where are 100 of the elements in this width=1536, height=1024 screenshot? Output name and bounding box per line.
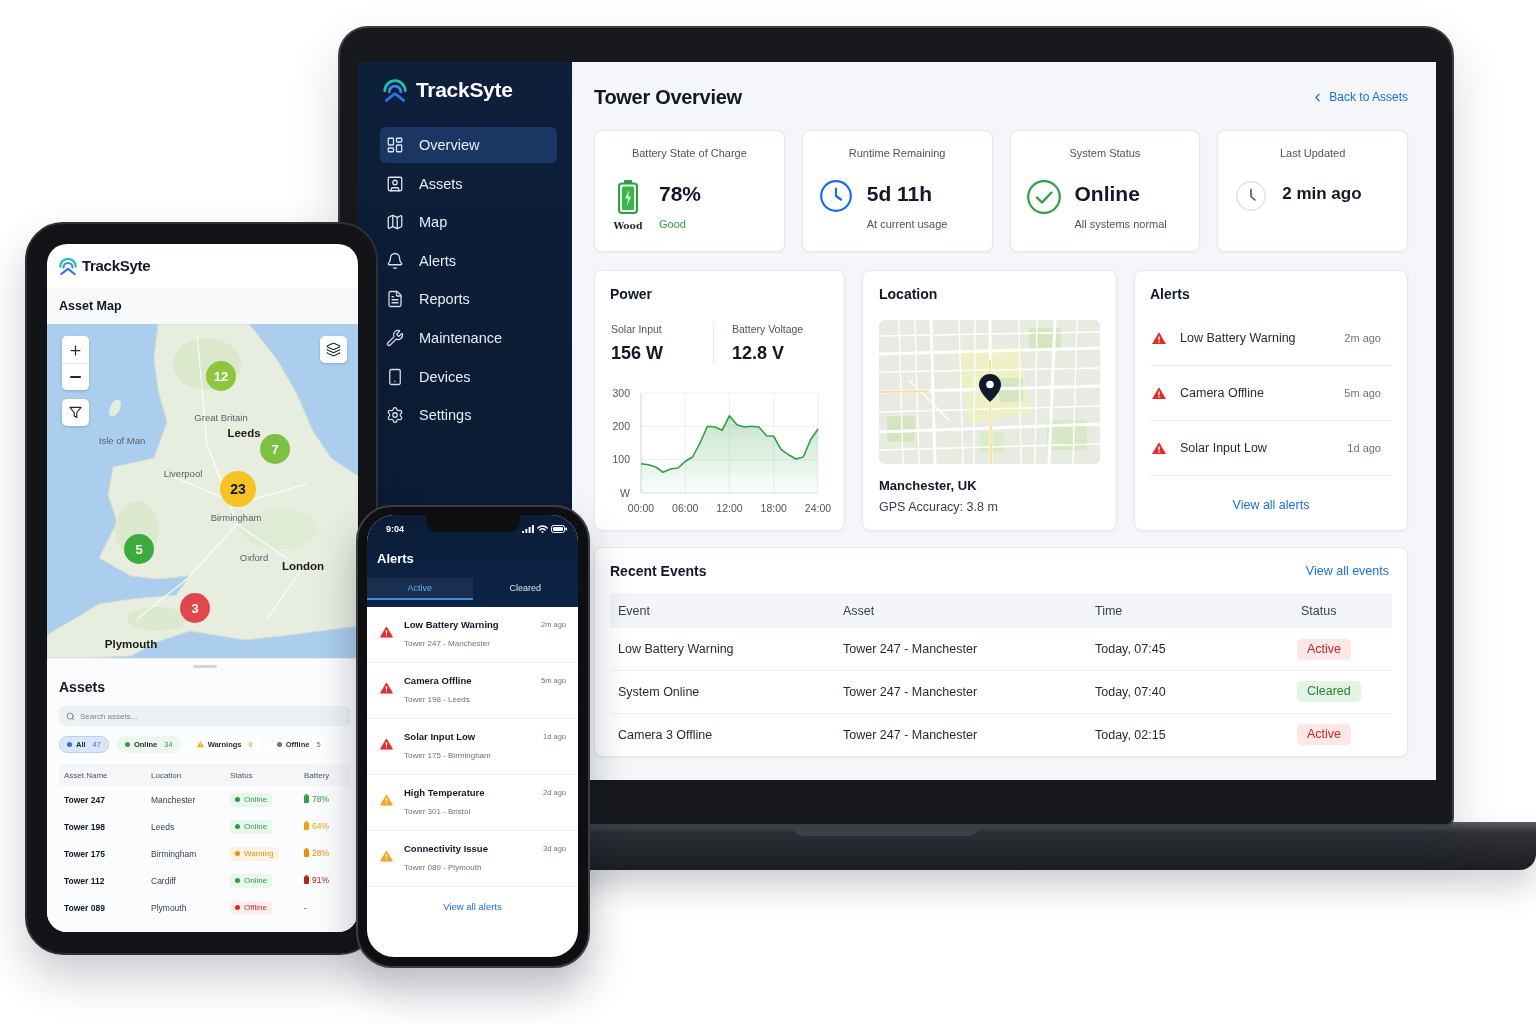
nav-item[interactable]: Alerts (380, 242, 557, 279)
nav-item[interactable]: Assets (380, 165, 557, 202)
zoom-in-button[interactable] (62, 336, 89, 363)
stat-title: Battery State of Charge (630, 146, 748, 160)
column-header: Status (1293, 593, 1392, 628)
plus-icon (68, 342, 83, 358)
metric-value: 156 W (611, 342, 665, 364)
alert-time: 5m ago (1344, 387, 1381, 399)
metric-label: Battery Voltage (732, 322, 805, 336)
logo-icon (382, 77, 408, 103)
table-cell: Today, 02:15 (1087, 713, 1293, 756)
warning-icon (1152, 386, 1166, 400)
nav-item[interactable]: Overview (380, 127, 557, 163)
map-label: Plymouth (104, 638, 158, 650)
table-cell: Low Battery Warning (610, 628, 835, 671)
status-time: 9:04 (386, 524, 404, 534)
table-cell-text: Tower 175 (63, 847, 106, 861)
document-icon (386, 290, 404, 309)
alert-time: 2m ago (1344, 332, 1381, 344)
tab[interactable]: Active (367, 578, 473, 600)
table-cell: Tower 247 (59, 786, 146, 813)
status-badge: Warning (230, 846, 279, 861)
table-cell: Today, 07:40 (1087, 670, 1293, 713)
card-title: Alerts (1150, 286, 1191, 302)
axis-label: 06:00 (672, 502, 699, 514)
map-label: Leeds (227, 427, 261, 439)
user-square-icon (386, 174, 404, 193)
axis-label: 00:00 (627, 502, 655, 514)
alert-title: Solar Input Low (404, 731, 477, 743)
alert-title: Solar Input Low (1180, 441, 1267, 455)
wrench-icon (386, 328, 404, 347)
status-dot-icon (235, 797, 240, 802)
table-cell-text: Tower 112 (63, 874, 106, 888)
clock-icon (819, 180, 852, 212)
battery-value: 91% (312, 874, 329, 885)
brand-name: TrackSyte (416, 77, 513, 103)
icon-caption: Wood (613, 220, 643, 231)
stat-value: 5d 11h (866, 181, 934, 207)
map-icon (386, 213, 404, 232)
stat-title: System Status (1068, 146, 1142, 160)
nav-item[interactable]: Settings (380, 397, 557, 434)
axis-label: 300 (612, 386, 630, 399)
axis-label: 24:00 (804, 502, 832, 514)
axis-label: 12:00 (716, 502, 743, 514)
tab[interactable]: Cleared (472, 578, 578, 600)
stat-note: At current usage (866, 217, 948, 231)
map-pin-icon (979, 374, 1001, 402)
stat-value: Online (1074, 181, 1141, 207)
dot-icon (67, 742, 72, 747)
page-title: Tower Overview (594, 85, 742, 109)
view-all-alerts-link[interactable]: View all alerts (443, 901, 502, 913)
table-cell: Today, 07:45 (1087, 628, 1293, 671)
minus-icon (70, 376, 81, 378)
view-all-events-link[interactable]: View all events (1305, 564, 1389, 578)
table-cell: Tower 247 - Manchester (835, 670, 1087, 713)
alert-title: Connectivity Issue (404, 843, 489, 855)
nav-item[interactable]: Maintenance (380, 319, 557, 356)
nav-item[interactable]: Reports (380, 281, 557, 318)
dot-icon (276, 742, 282, 747)
alert-title: High Temperature (404, 787, 486, 799)
nav-item[interactable]: Map (380, 204, 557, 241)
table-cell-text: Plymouth (150, 901, 188, 915)
card-title: Power (610, 286, 653, 302)
alert-title: Camera Offline (404, 675, 473, 687)
drag-handle[interactable] (192, 665, 217, 668)
view-all-alerts-link[interactable]: View all alerts (1232, 497, 1310, 513)
map-label: Liverpool (163, 467, 203, 479)
metric-value: 12.8 V (732, 342, 786, 364)
logo-icon (58, 256, 78, 276)
map-label: Isle of Man (98, 434, 146, 446)
zoom-out-button[interactable] (62, 363, 89, 390)
stat-title: Last Updated (1278, 146, 1347, 160)
card-title: Location (879, 286, 939, 302)
column-header: Battery (299, 764, 350, 786)
status-dot-icon (235, 851, 240, 856)
map-label: Birmingham (210, 511, 262, 523)
gps-accuracy: GPS Accuracy: 3.8 m (879, 499, 998, 515)
layers-button[interactable] (320, 336, 347, 363)
panel-title: Assets (59, 678, 105, 696)
filter-button[interactable] (62, 399, 89, 426)
table-cell-text: Tower 089 (63, 901, 106, 915)
wifi-icon (537, 525, 548, 533)
dashboard-icon (386, 136, 404, 154)
nav-item[interactable]: Devices (380, 358, 557, 395)
status-badge: Online (230, 873, 273, 888)
alert-asset: Tower 089 - Plymouth (404, 862, 483, 874)
stat-title: Runtime Remaining (847, 146, 947, 160)
column-header: Asset (835, 593, 1087, 628)
alert-asset: Tower 175 - Birmingham (404, 750, 492, 762)
table-cell: Camera 3 Offline (610, 713, 835, 756)
table-cell-text: Leeds (150, 820, 176, 834)
brand-name: TrackSyte (82, 257, 151, 275)
axis-label: 100 (612, 453, 630, 466)
battery-value: - (304, 902, 307, 913)
card-title: Recent Events (610, 563, 707, 579)
back-link[interactable]: Back to Assets (1311, 90, 1408, 104)
warning-icon (1152, 441, 1166, 455)
map-label: Oxford (239, 551, 269, 563)
smartphone-icon (386, 367, 404, 386)
settings-icon (386, 406, 404, 425)
